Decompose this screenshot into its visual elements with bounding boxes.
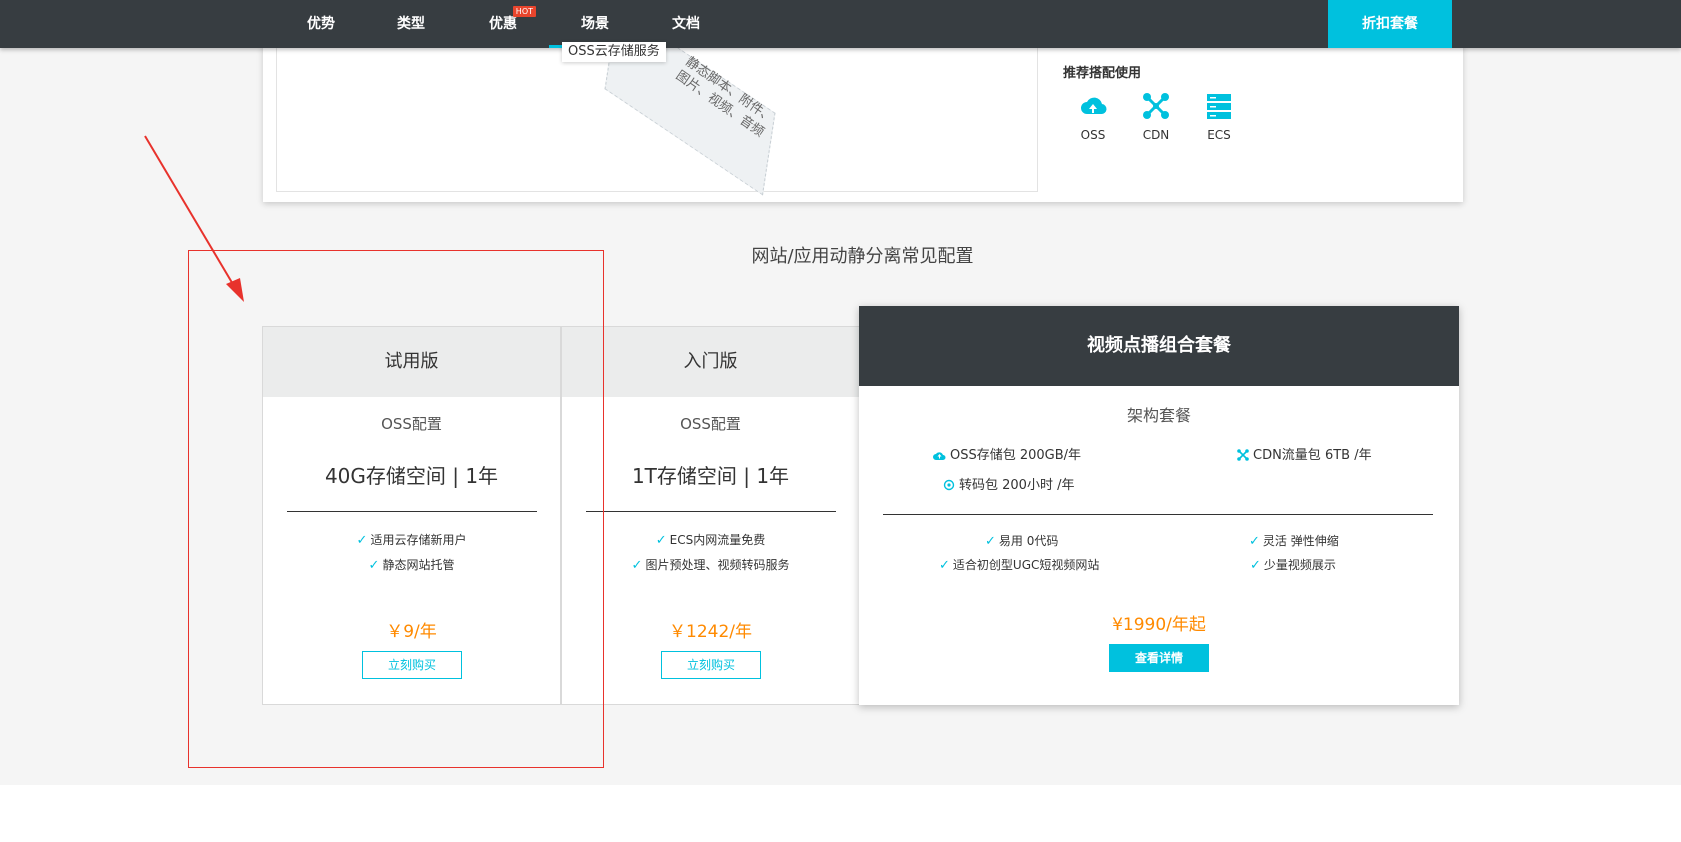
recommend-ecs[interactable]: ECS <box>1189 92 1249 142</box>
recommend-title: 推荐搭配使用 <box>1063 66 1142 81</box>
check-icon: ✓ <box>1249 534 1260 549</box>
plan-price: ￥1242/年 <box>669 622 752 642</box>
package-text: 转码包 200小时 /年 <box>959 478 1075 493</box>
annotation-highlight-box <box>188 250 604 768</box>
plan-spec: 1T存储空间 | 1年 <box>631 464 790 488</box>
hot-badge: HOT <box>512 6 536 17</box>
top-navigation: 优势 类型 优惠 HOT 场景 文档 折扣套餐 <box>0 0 1681 48</box>
featured-plan-card: 视频点播组合套餐 架构套餐 OSS存储包 200GB/年 CDN流量包 6TB … <box>859 306 1459 705</box>
buy-now-button[interactable]: 立刻购买 <box>661 651 761 679</box>
featured-plan-price: ¥1990/年起 <box>1112 615 1206 635</box>
feature-list: ✓ ECS内网流量免费 ✓ 图片预处理、视频转码服务 <box>562 528 859 578</box>
view-details-button[interactable]: 查看详情 <box>1109 644 1209 672</box>
check-icon: ✓ <box>655 533 667 548</box>
feature-text: 易用 0代码 <box>998 534 1059 548</box>
feature-item: ✓ 适合初创型UGC短视频网站 <box>939 556 1099 573</box>
recommend-oss-label: OSS <box>1080 128 1106 142</box>
network-nodes-icon <box>1237 449 1249 461</box>
featured-plan-title: 视频点播组合套餐 <box>859 306 1459 386</box>
recommend-ecs-label: ECS <box>1207 128 1231 142</box>
nav-item-offers[interactable]: 优惠 HOT <box>488 0 536 48</box>
feature-text: 适合初创型UGC短视频网站 <box>952 558 1100 572</box>
package-item-oss: OSS存储包 200GB/年 <box>933 444 1081 463</box>
plan-config-label: OSS配置 <box>680 415 741 433</box>
feature-item: ✓ 灵活 弹性伸缩 <box>1249 532 1339 549</box>
package-text: CDN流量包 6TB /年 <box>1253 448 1372 463</box>
divider <box>585 511 836 512</box>
feature-item: ✓ 少量视频展示 <box>1250 556 1336 573</box>
nav-item-scenarios[interactable]: 场景 <box>549 0 641 48</box>
check-icon: ✓ <box>1250 558 1261 573</box>
divider <box>883 514 1433 515</box>
feature-item: ✓ 易用 0代码 <box>985 532 1058 549</box>
feature-text: 灵活 弹性伸缩 <box>1262 534 1339 548</box>
nav-item-label: 优势 <box>307 16 335 32</box>
nav-item-types[interactable]: 类型 <box>394 0 428 48</box>
network-nodes-icon <box>1143 93 1169 119</box>
recommend-oss[interactable]: OSS <box>1063 92 1123 142</box>
nav-item-label: 场景 <box>581 16 609 32</box>
check-icon: ✓ <box>631 558 643 573</box>
feature-text: 图片预处理、视频转码服务 <box>645 558 790 572</box>
feature-item: ✓ ECS内网流量免费 <box>562 528 859 553</box>
nav-item-label: 优惠 <box>489 16 517 32</box>
nav-item-advantages[interactable]: 优势 <box>303 0 339 48</box>
check-icon: ✓ <box>985 534 996 549</box>
feature-item: ✓ 图片预处理、视频转码服务 <box>562 553 859 578</box>
oss-service-tag: OSS云存储服务 <box>562 42 666 62</box>
package-item-transcode: 转码包 200小时 /年 <box>943 474 1074 493</box>
check-icon: ✓ <box>939 558 950 573</box>
feature-text: 少量视频展示 <box>1263 558 1336 572</box>
transcode-icon <box>943 479 955 491</box>
featured-plan-sub: 架构套餐 <box>1126 406 1191 425</box>
plan-name: 入门版 <box>562 327 859 397</box>
recommend-cdn[interactable]: CDN <box>1126 92 1186 142</box>
plan-card-starter: 入门版 OSS配置 1T存储空间 | 1年 ✓ ECS内网流量免费 ✓ 图片预处理、… <box>561 326 860 705</box>
nav-item-label: 文档 <box>672 16 700 32</box>
cloud-upload-icon <box>1081 97 1107 115</box>
package-item-cdn: CDN流量包 6TB /年 <box>1237 444 1372 463</box>
package-text: OSS存储包 200GB/年 <box>950 448 1082 463</box>
feature-text: ECS内网流量免费 <box>669 533 766 547</box>
nav-item-label: 类型 <box>397 16 425 32</box>
cloud-upload-icon <box>933 452 946 460</box>
server-stack-icon <box>1207 94 1231 119</box>
nav-item-docs[interactable]: 文档 <box>669 0 703 48</box>
recommend-cdn-label: CDN <box>1142 128 1170 142</box>
discount-package-button[interactable]: 折扣套餐 <box>1328 0 1452 48</box>
